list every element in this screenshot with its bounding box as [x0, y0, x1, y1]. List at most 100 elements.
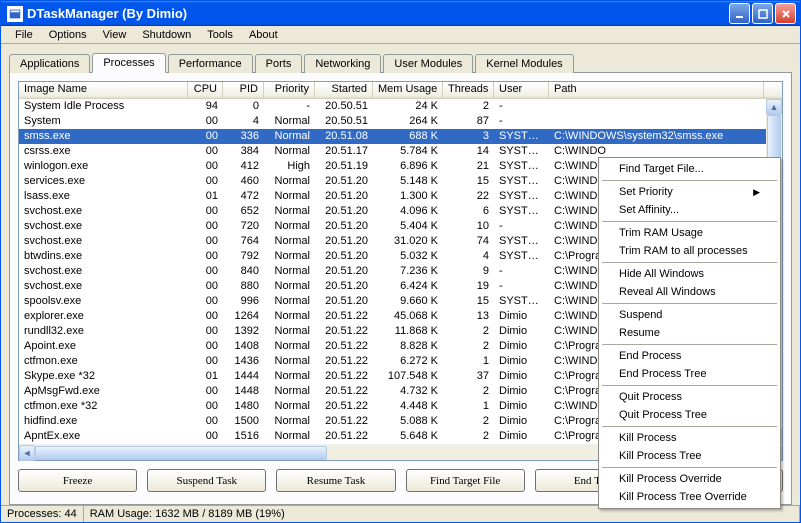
context-item[interactable]: Reveal All Windows: [601, 283, 778, 301]
context-item[interactable]: Suspend: [601, 306, 778, 324]
cell-thr: 15: [443, 174, 494, 189]
menu-view[interactable]: View: [95, 27, 135, 43]
freeze-button[interactable]: Freeze: [18, 469, 137, 492]
cell-start: 20.51.22: [315, 384, 373, 399]
context-separator: [602, 221, 777, 222]
cell-prio: Normal: [264, 354, 315, 369]
tab-performance[interactable]: Performance: [168, 54, 253, 73]
cell-pid: 1500: [223, 414, 264, 429]
context-item[interactable]: Hide All Windows: [601, 265, 778, 283]
cell-mem: 31.020 K: [373, 234, 443, 249]
cell-start: 20.51.22: [315, 354, 373, 369]
column-header[interactable]: CPU: [188, 82, 223, 98]
menubar: FileOptionsViewShutdownToolsAbout: [1, 26, 800, 44]
cell-thr: 74: [443, 234, 494, 249]
context-item[interactable]: Set Affinity...: [601, 201, 778, 219]
cell-name: svchost.exe: [19, 279, 188, 294]
context-item[interactable]: Find Target File...: [601, 160, 778, 178]
context-item[interactable]: Resume: [601, 324, 778, 342]
cell-cpu: 01: [188, 189, 223, 204]
context-item[interactable]: Kill Process Override: [601, 470, 778, 488]
tab-ports[interactable]: Ports: [255, 54, 303, 73]
context-item[interactable]: Quit Process Tree: [601, 406, 778, 424]
menu-about[interactable]: About: [241, 27, 286, 43]
column-header[interactable]: Mem Usage: [373, 82, 443, 98]
table-row[interactable]: System004Normal20.50.51264 K87-: [19, 114, 782, 129]
maximize-button[interactable]: [752, 3, 773, 24]
table-row[interactable]: smss.exe00336Normal20.51.08688 K3SYSTEMC…: [19, 129, 782, 144]
cell-user: -: [494, 99, 549, 114]
resume-task-button[interactable]: Resume Task: [276, 469, 395, 492]
column-header[interactable]: Threads: [443, 82, 494, 98]
context-separator: [602, 303, 777, 304]
titlebar[interactable]: DTaskManager (By Dimio): [1, 1, 800, 26]
context-item[interactable]: Kill Process Tree: [601, 447, 778, 465]
tab-networking[interactable]: Networking: [304, 54, 381, 73]
column-header[interactable]: Priority: [264, 82, 315, 98]
suspend-task-button[interactable]: Suspend Task: [147, 469, 266, 492]
cell-user: SYSTEM: [494, 144, 549, 159]
context-separator: [602, 467, 777, 468]
cell-user: -: [494, 114, 549, 129]
cell-mem: 4.732 K: [373, 384, 443, 399]
context-item[interactable]: End Process Tree: [601, 365, 778, 383]
cell-name: Skype.exe *32: [19, 369, 188, 384]
minimize-button[interactable]: [729, 3, 750, 24]
menu-tools[interactable]: Tools: [199, 27, 241, 43]
context-item[interactable]: Quit Process: [601, 388, 778, 406]
tab-user-modules[interactable]: User Modules: [383, 54, 473, 73]
context-item[interactable]: Kill Process: [601, 429, 778, 447]
scroll-up-icon[interactable]: ▲: [766, 99, 782, 115]
cell-name: hidfind.exe: [19, 414, 188, 429]
cell-mem: 6.896 K: [373, 159, 443, 174]
cell-cpu: 00: [188, 339, 223, 354]
cell-cpu: 00: [188, 204, 223, 219]
column-header[interactable]: Started: [315, 82, 373, 98]
context-item-label: Reveal All Windows: [619, 286, 716, 298]
context-item[interactable]: Trim RAM Usage: [601, 224, 778, 242]
cell-thr: 2: [443, 384, 494, 399]
context-item[interactable]: Kill Process Tree Override: [601, 488, 778, 506]
cell-name: svchost.exe: [19, 204, 188, 219]
context-item[interactable]: End Process: [601, 347, 778, 365]
table-row[interactable]: System Idle Process940-20.50.5124 K2-: [19, 99, 782, 114]
column-header[interactable]: PID: [223, 82, 264, 98]
cell-prio: Normal: [264, 339, 315, 354]
context-item[interactable]: Set Priority▶: [601, 183, 778, 201]
context-separator: [602, 426, 777, 427]
cell-cpu: 00: [188, 174, 223, 189]
tab-applications[interactable]: Applications: [9, 54, 90, 73]
column-header[interactable]: User: [494, 82, 549, 98]
cell-mem: 688 K: [373, 129, 443, 144]
cell-thr: 15: [443, 294, 494, 309]
column-header[interactable]: Image Name: [19, 82, 188, 98]
cell-mem: 6.272 K: [373, 354, 443, 369]
close-button[interactable]: [775, 3, 796, 24]
cell-pid: 720: [223, 219, 264, 234]
window-title: DTaskManager (By Dimio): [27, 6, 729, 21]
hscroll-thumb[interactable]: [35, 446, 327, 460]
cell-user: SYSTEM: [494, 159, 549, 174]
tab-kernel-modules[interactable]: Kernel Modules: [475, 54, 573, 73]
cell-start: 20.51.22: [315, 399, 373, 414]
cell-cpu: 94: [188, 99, 223, 114]
menu-options[interactable]: Options: [41, 27, 95, 43]
scroll-left-icon[interactable]: ◄: [19, 445, 35, 461]
cell-pid: 1480: [223, 399, 264, 414]
tab-processes[interactable]: Processes: [92, 53, 165, 73]
context-item[interactable]: Trim RAM to all processes: [601, 242, 778, 260]
find-target-file-button[interactable]: Find Target File: [406, 469, 525, 492]
cell-prio: Normal: [264, 414, 315, 429]
cell-thr: 22: [443, 189, 494, 204]
cell-path: [549, 114, 764, 129]
menu-file[interactable]: File: [7, 27, 41, 43]
cell-prio: Normal: [264, 384, 315, 399]
cell-cpu: 00: [188, 399, 223, 414]
cell-mem: 11.868 K: [373, 324, 443, 339]
cell-start: 20.51.20: [315, 219, 373, 234]
menu-shutdown[interactable]: Shutdown: [134, 27, 199, 43]
cell-thr: 14: [443, 144, 494, 159]
cell-prio: Normal: [264, 369, 315, 384]
column-header[interactable]: Path: [549, 82, 764, 98]
cell-thr: 6: [443, 204, 494, 219]
